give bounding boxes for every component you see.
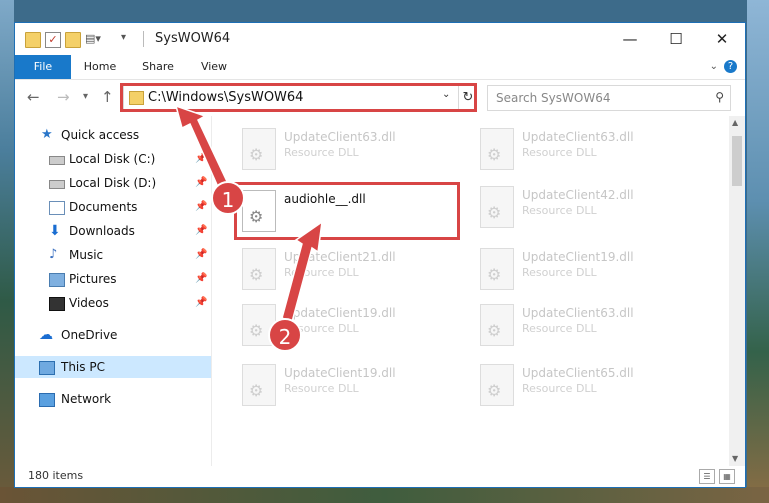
step-2-badge: 2 bbox=[268, 318, 302, 352]
arrow-2 bbox=[281, 220, 323, 324]
step-1-badge: 1 bbox=[211, 181, 245, 215]
annotation-arrows bbox=[174, 104, 323, 324]
